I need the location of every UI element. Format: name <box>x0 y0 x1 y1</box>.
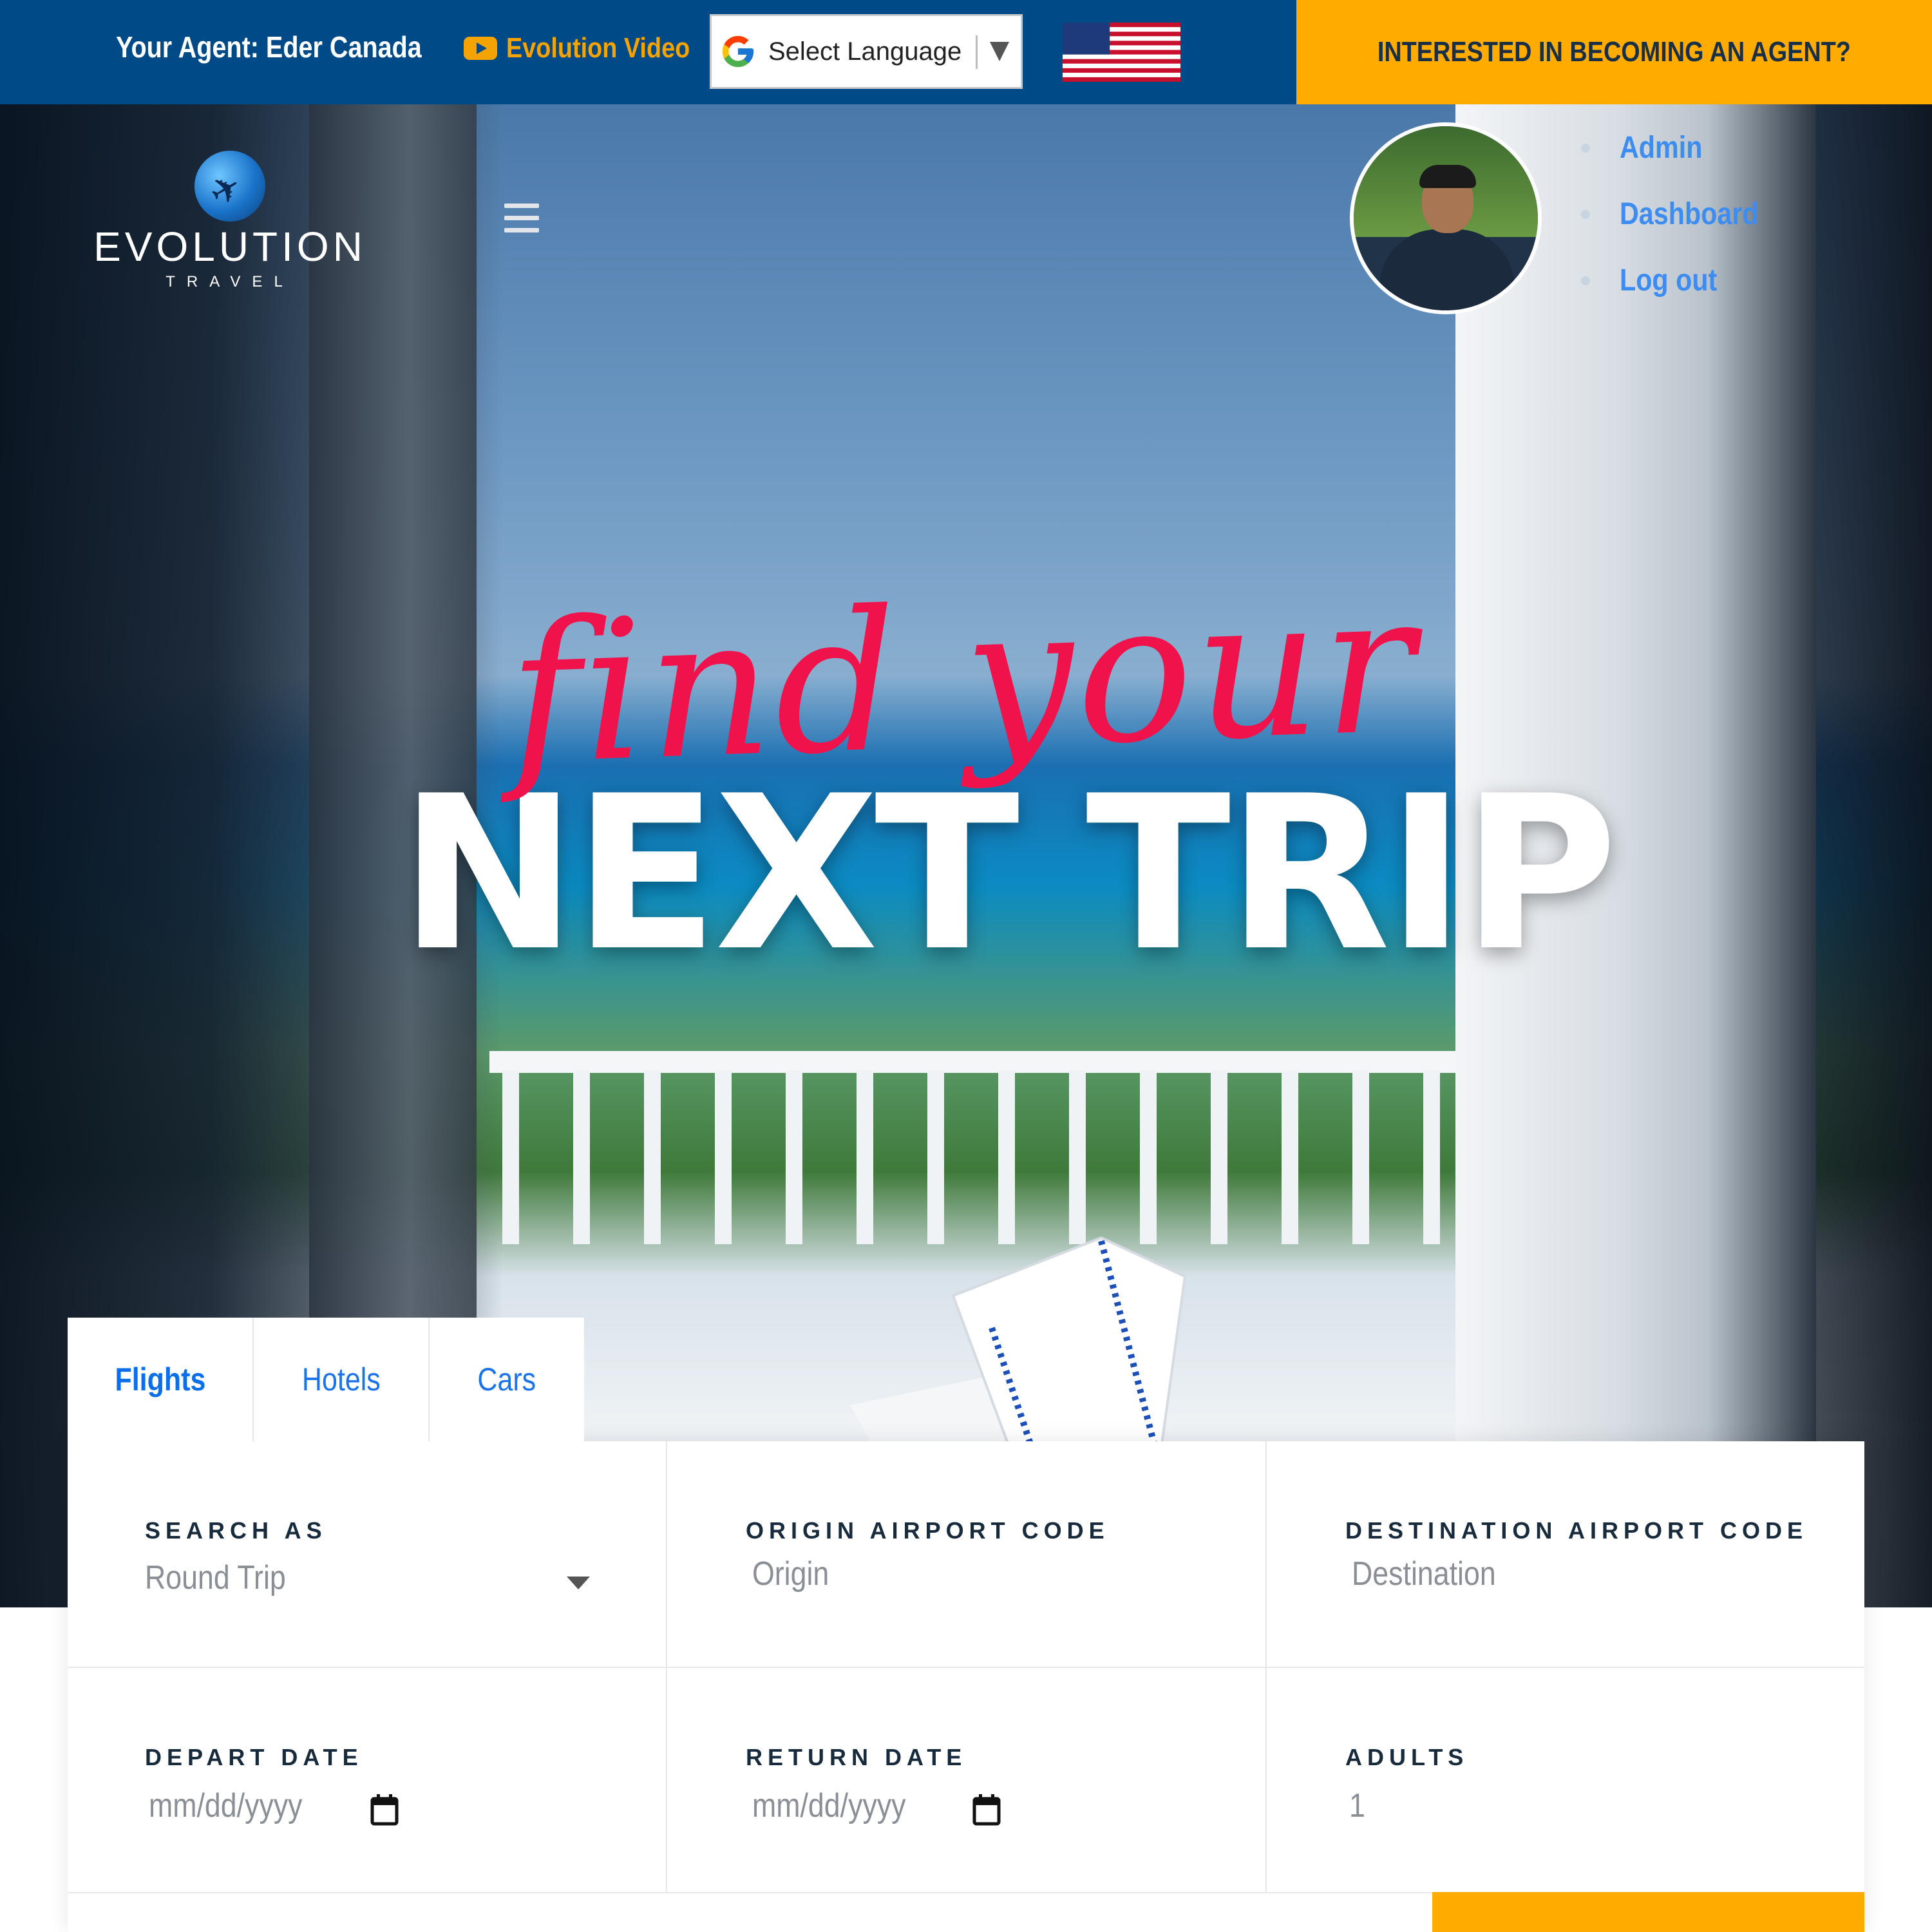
video-link-label: Evolution Video <box>506 32 690 64</box>
evolution-travel-logo[interactable]: ✈ EVOLUTION TRAVEL <box>72 144 388 296</box>
bullet-icon <box>1581 276 1590 285</box>
user-menu-logout-label: Log out <box>1620 263 1718 298</box>
us-flag-icon[interactable] <box>1063 23 1180 82</box>
depart-date-label: DEPART DATE <box>145 1744 363 1770</box>
calendar-icon[interactable] <box>972 1794 1001 1826</box>
return-date-placeholder: mm/dd/yyyy <box>752 1787 906 1824</box>
user-menu-dashboard[interactable]: Dashboard <box>1581 181 1781 247</box>
adults-value: 1 <box>1349 1787 1365 1824</box>
hero-headline-script: find your <box>505 551 1421 808</box>
hamburger-icon[interactable] <box>504 204 539 233</box>
user-menu-admin-label: Admin <box>1620 131 1703 165</box>
destination-airport-field[interactable]: DESTINATION AIRPORT CODE Destination <box>1267 1441 1864 1668</box>
adults-field[interactable]: ADULTS 1 <box>1267 1668 1864 1893</box>
return-date-field[interactable]: RETURN DATE mm/dd/yyyy <box>667 1668 1267 1893</box>
bullet-icon <box>1581 143 1590 153</box>
language-select[interactable]: Select Language <box>710 14 1023 89</box>
search-tabs: Flights Hotels Cars <box>68 1318 584 1441</box>
flight-search-form: SEARCH AS Round Trip ORIGIN AIRPORT CODE… <box>68 1441 1864 1932</box>
return-date-label: RETURN DATE <box>746 1744 967 1770</box>
origin-placeholder: Origin <box>752 1555 829 1593</box>
become-agent-button[interactable]: INTERESTED IN BECOMING AN AGENT? <box>1296 0 1932 104</box>
destination-placeholder: Destination <box>1352 1555 1496 1593</box>
tab-cars-label: Cars <box>477 1361 536 1397</box>
top-bar: Your Agent: Eder Canada Evolution Video … <box>0 0 1932 104</box>
tab-hotels-label: Hotels <box>301 1361 381 1397</box>
agent-label: Your Agent: Eder Canada <box>116 30 422 64</box>
search-submit-button[interactable] <box>1432 1892 1864 1932</box>
calendar-icon[interactable] <box>370 1794 399 1826</box>
user-menu-dashboard-label: Dashboard <box>1620 197 1759 231</box>
tab-cars[interactable]: Cars <box>430 1318 584 1441</box>
search-as-value: Round Trip <box>145 1559 286 1596</box>
adults-label: ADULTS <box>1345 1744 1469 1770</box>
google-icon <box>722 35 754 68</box>
language-select-label: Select Language <box>768 37 962 66</box>
tab-flights[interactable]: Flights <box>68 1318 254 1441</box>
origin-label: ORIGIN AIRPORT CODE <box>746 1517 1110 1544</box>
user-menu: Admin Dashboard Log out <box>1581 115 1781 314</box>
logo-wordmark: EVOLUTION <box>93 223 366 270</box>
chevron-down-icon <box>567 1577 590 1589</box>
user-menu-admin[interactable]: Admin <box>1581 115 1781 181</box>
logo-subtitle: TRAVEL <box>166 273 294 290</box>
tab-flights-label: Flights <box>115 1361 205 1397</box>
destination-label: DESTINATION AIRPORT CODE <box>1345 1517 1808 1544</box>
search-as-select[interactable]: SEARCH AS Round Trip <box>68 1441 667 1668</box>
user-menu-logout[interactable]: Log out <box>1581 247 1781 314</box>
origin-airport-field[interactable]: ORIGIN AIRPORT CODE Origin <box>667 1441 1267 1668</box>
tab-hotels[interactable]: Hotels <box>254 1318 430 1441</box>
depart-date-placeholder: mm/dd/yyyy <box>149 1787 303 1824</box>
agent-avatar <box>1350 122 1542 314</box>
search-as-label: SEARCH AS <box>145 1517 327 1544</box>
bullet-icon <box>1581 209 1590 219</box>
become-agent-label: INTERESTED IN BECOMING AN AGENT? <box>1377 36 1852 68</box>
dropdown-arrow-icon <box>990 42 1009 61</box>
language-select-divider <box>976 35 978 69</box>
depart-date-field[interactable]: DEPART DATE mm/dd/yyyy <box>68 1668 667 1893</box>
evolution-video-link[interactable]: Evolution Video <box>464 32 720 64</box>
youtube-icon <box>464 37 497 60</box>
